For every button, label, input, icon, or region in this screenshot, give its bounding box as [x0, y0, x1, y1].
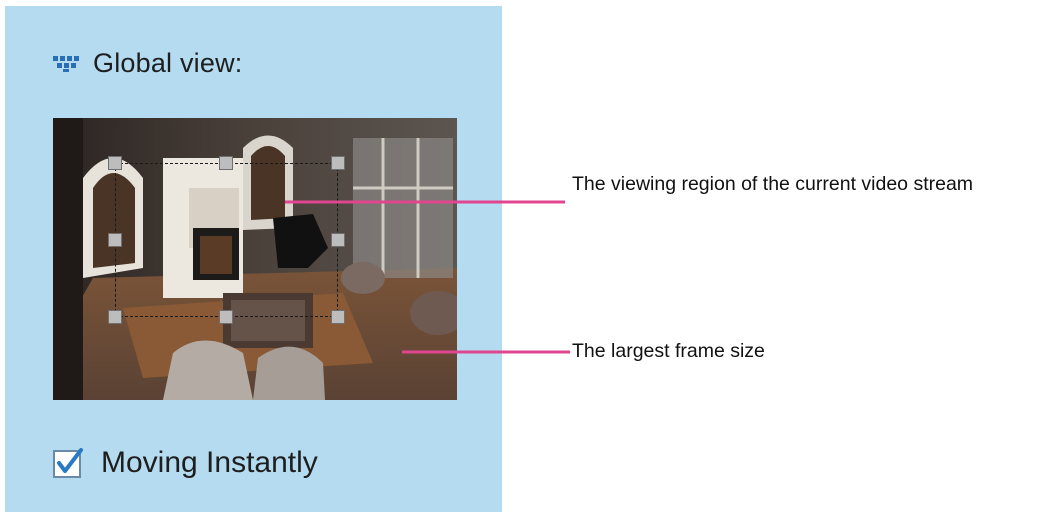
resize-handle-middle-right[interactable] — [331, 233, 345, 247]
moving-instantly-label: Moving Instantly — [101, 446, 318, 479]
resize-handle-bottom-center[interactable] — [219, 310, 233, 324]
resize-handle-top-left[interactable] — [108, 156, 122, 170]
resize-handle-bottom-left[interactable] — [108, 310, 122, 324]
global-view-image[interactable] — [53, 118, 457, 400]
viewing-region-box[interactable] — [115, 163, 338, 317]
global-view-title: Global view: — [93, 47, 243, 78]
resize-handle-bottom-right[interactable] — [331, 310, 345, 324]
annotation-largest-frame: The largest frame size — [572, 340, 765, 362]
moving-instantly-checkbox[interactable] — [53, 447, 85, 479]
resize-handle-top-center[interactable] — [219, 156, 233, 170]
chevron-down-dots-icon[interactable] — [53, 54, 79, 72]
global-view-header[interactable]: Global view: — [53, 46, 242, 80]
moving-instantly-option[interactable]: Moving Instantly — [53, 443, 318, 483]
resize-handle-top-right[interactable] — [331, 156, 345, 170]
global-view-panel: Global view: Moving Instantly — [5, 6, 502, 512]
resize-handle-middle-left[interactable] — [108, 233, 122, 247]
annotation-viewing-region: The viewing region of the current video … — [572, 173, 974, 195]
